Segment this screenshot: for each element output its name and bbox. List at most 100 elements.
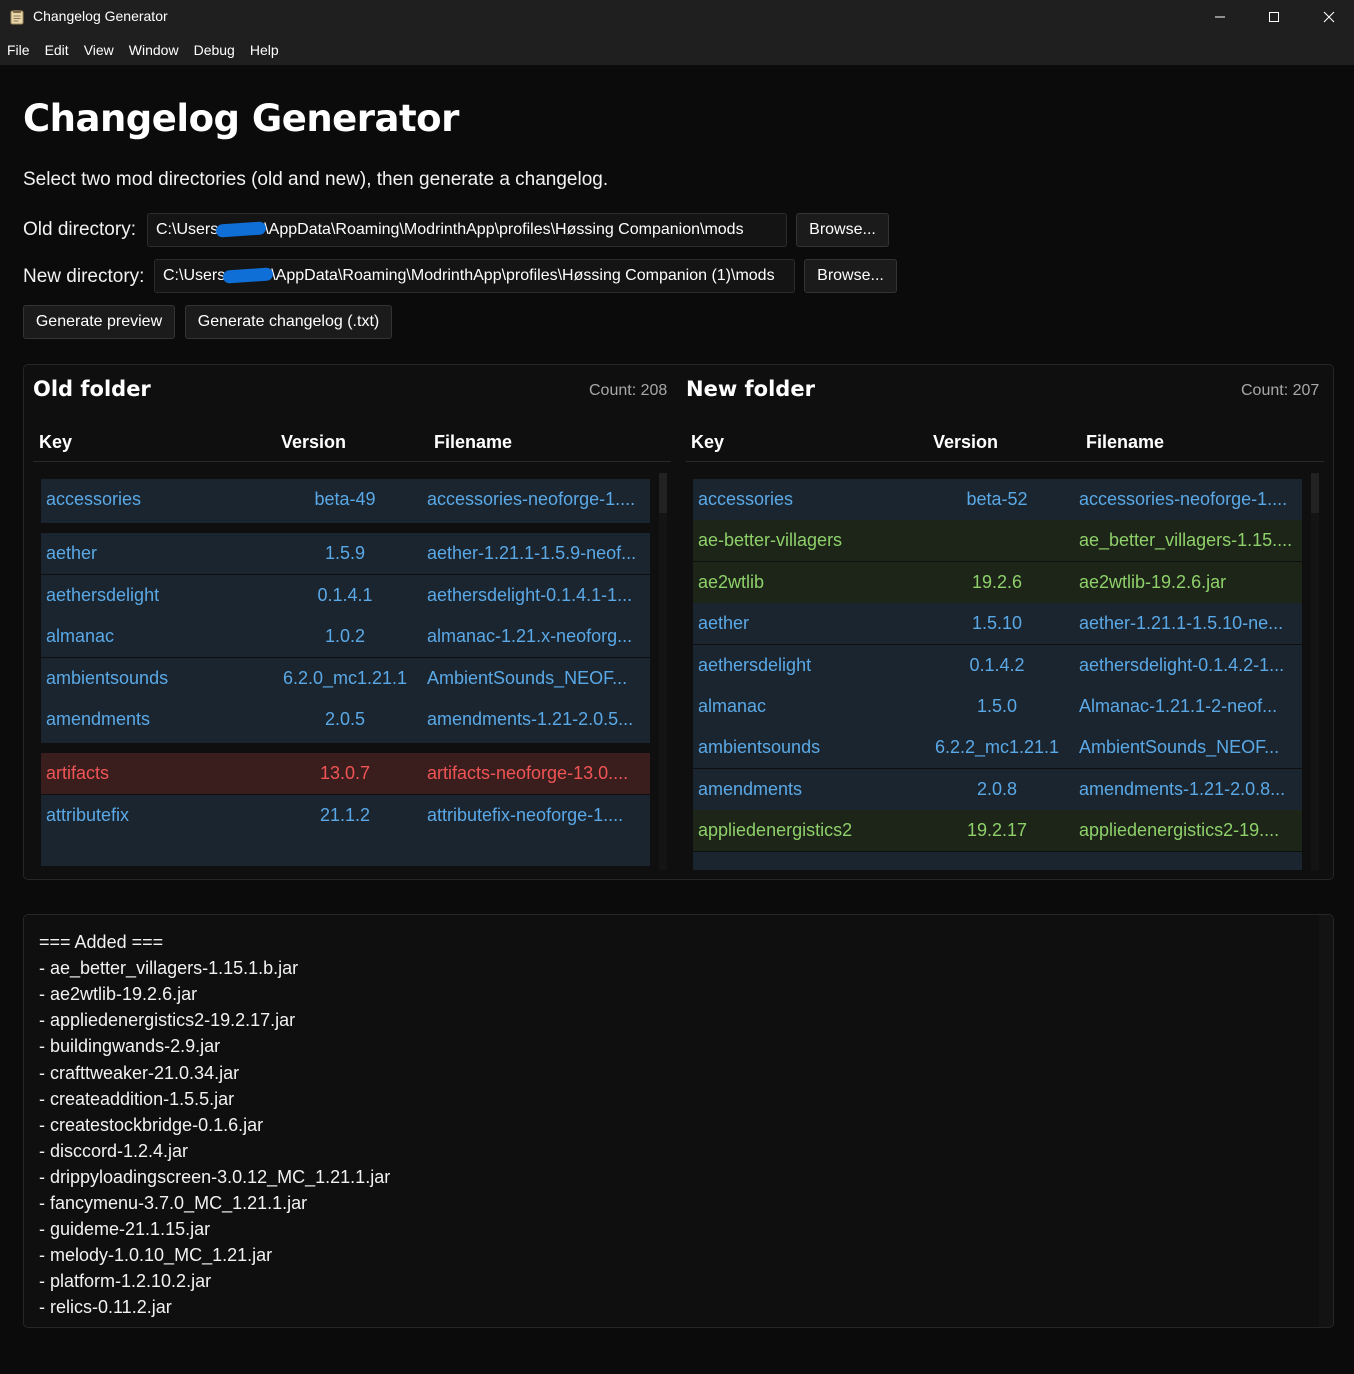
list-row-partial [41, 836, 650, 867]
changelog-line: - drippyloadingscreen-3.0.12_MC_1.21.1.j… [39, 1166, 391, 1187]
changelog-line: - appliedenergistics2-19.2.17.jar [39, 1010, 296, 1031]
changelog-textbox[interactable]: === Added === - ae_better_villagers-1.15.… [23, 914, 1334, 1328]
list-row[interactable]: aethersdelight 0.1.4.2 aethersdelight-0.1.… [693, 644, 1302, 686]
list-row[interactable]: appliedenergistics2 19.2.17 appliedenergis… [693, 810, 1302, 852]
changelog-line: - ae_better_villagers-1.15.1.b.jar [39, 958, 299, 979]
redaction-mark [222, 267, 274, 284]
list-row-partial [693, 851, 1302, 870]
row-filename: aethersdelight-0.1.4.2-1... [1079, 654, 1285, 675]
new-browse-button[interactable]: Browse... [804, 259, 897, 293]
row-filename: AmbientSounds_NEOF... [1079, 737, 1280, 758]
redaction-mark [215, 221, 267, 238]
row-filename: AmbientSounds_NEOF... [427, 667, 628, 688]
new-header-version[interactable]: Version [933, 432, 998, 453]
list-row[interactable]: almanac 1.5.0 Almanac-1.21.1-2-neof... [693, 686, 1302, 727]
row-key: almanac [46, 626, 115, 647]
list-row[interactable]: ambientsounds 6.2.0_mc1.21.1 AmbientSounds… [41, 657, 650, 699]
minimize-button[interactable] [1193, 0, 1247, 34]
menu-view[interactable]: View [84, 42, 114, 58]
row-key: appliedenergistics2 [698, 820, 853, 841]
row-version: 13.0.7 [319, 763, 371, 784]
row-version: 1.5.9 [324, 543, 366, 564]
row-version: beta-52 [966, 489, 1028, 509]
new-directory-input[interactable]: C:\Users \AppData\Roaming\ModrinthApp\pro… [154, 259, 795, 293]
row-filename: accessories-neoforge-1.... [427, 489, 636, 509]
row-version: 1.5.10 [971, 613, 1023, 634]
row-filename: attributefix-neoforge-1.... [427, 804, 624, 825]
list-row[interactable]: aether 1.5.10 aether-1.21.1-1.5.10-ne... [693, 603, 1302, 645]
new-folder-count: Count: 207 [1241, 382, 1320, 399]
old-header-key[interactable]: Key [39, 432, 72, 453]
row-key: almanac [698, 696, 767, 716]
row-key: aethersdelight [698, 654, 812, 675]
old-header-version[interactable]: Version [281, 432, 346, 453]
new-header-divider [686, 461, 1324, 462]
row-key: ambientsounds [46, 667, 169, 688]
row-filename: appliedenergistics2-19.... [1079, 820, 1280, 841]
generate-changelog-button[interactable]: Generate changelog (.txt) [185, 305, 392, 339]
list-row[interactable]: ae-better-villagers ae_better_villagers-1… [693, 520, 1302, 562]
menu-edit[interactable]: Edit [45, 42, 69, 58]
new-folder-list[interactable]: accessories beta-52 accessories-neoforge-1… [693, 473, 1302, 870]
changelog-scrollbar[interactable] [1319, 915, 1333, 1327]
old-list-scrollbar[interactable] [659, 473, 667, 870]
new-directory-path-end: \AppData\Roaming\ModrinthApp\profiles\Hø… [271, 267, 775, 284]
row-filename: Almanac-1.21.1-2-neof... [1079, 696, 1278, 716]
row-key: ae-better-villagers [698, 530, 843, 551]
row-filename: artifacts-neoforge-13.0.... [427, 763, 629, 784]
old-folder-list[interactable]: accessories beta-49 accessories-neoforge-1… [41, 473, 650, 870]
list-row[interactable]: ae2wtlib 19.2.6 ae2wtlib-19.2.6.jar [693, 561, 1302, 603]
row-filename: almanac-1.21.x-neoforg... [427, 626, 633, 647]
list-row[interactable]: accessories beta-49 accessories-neoforge-1… [41, 479, 650, 520]
list-row[interactable]: attributefix 21.1.2 attributefix-neoforge-… [41, 794, 650, 836]
new-scroll-thumb[interactable] [1311, 473, 1319, 513]
row-filename: aether-1.21.1-1.5.10-ne... [1079, 613, 1284, 634]
generate-preview-button[interactable]: Generate preview [23, 305, 175, 339]
new-header-key[interactable]: Key [691, 432, 724, 453]
row-key: amendments [46, 709, 151, 729]
changelog-line: - guideme-21.1.15.jar [39, 1219, 211, 1240]
new-header-filename[interactable]: Filename [1086, 432, 1164, 453]
row-version: 6.2.0_mc1.21.1 [282, 667, 408, 688]
menu-window[interactable]: Window [129, 42, 179, 58]
menu-help[interactable]: Help [250, 42, 279, 58]
new-folder-title: New folder [686, 377, 815, 401]
old-folder-title: Old folder [33, 377, 151, 401]
list-row[interactable]: amendments 2.0.8 amendments-1.21-2.0.8... [693, 768, 1302, 810]
new-list-scrollbar[interactable] [1311, 473, 1319, 870]
row-version: 1.0.2 [324, 626, 366, 647]
menu-file[interactable]: File [7, 42, 30, 58]
menu-bar: File Edit View Window Debug Help [0, 34, 1354, 65]
old-browse-button[interactable]: Browse... [796, 213, 889, 247]
changelog-line: - createstockbridge-0.1.6.jar [39, 1114, 264, 1135]
menu-debug[interactable]: Debug [194, 42, 235, 58]
row-filename: aether-1.21.1-1.5.9-neof... [427, 543, 637, 564]
row-key: attributefix [46, 804, 130, 825]
changelog-line: - melody-1.0.10_MC_1.21.jar [39, 1245, 273, 1266]
list-row[interactable]: accessories beta-52 accessories-neoforge-1… [693, 479, 1302, 520]
old-scroll-thumb[interactable] [659, 473, 667, 513]
old-directory-input[interactable]: C:\Users \AppData\Roaming\ModrinthApp\pro… [147, 213, 787, 247]
list-row[interactable]: aethersdelight 0.1.4.1 aethersdelight-0.1.… [41, 574, 650, 616]
row-version: 2.0.8 [976, 778, 1018, 799]
page-title: Changelog Generator [23, 97, 459, 140]
list-row[interactable]: almanac 1.0.2 almanac-1.21.x-neoforg... [41, 616, 650, 658]
changelog-line: - fancymenu-3.7.0_MC_1.21.1.jar [39, 1193, 308, 1213]
row-filename: amendments-1.21-2.0.5... [427, 709, 634, 729]
row-key: artifacts [46, 763, 110, 784]
maximize-button[interactable] [1247, 0, 1301, 34]
list-row[interactable]: artifacts 13.0.7 artifacts-neoforge-13.0..… [41, 753, 650, 795]
changelog-line: - relics-0.11.2.jar [39, 1297, 172, 1318]
changelog-line: - ae2wtlib-19.2.6.jar [39, 984, 198, 1005]
list-row[interactable]: amendments 2.0.5 amendments-1.21-2.0.5... [41, 699, 650, 740]
row-key: aethersdelight [46, 584, 160, 605]
close-button[interactable] [1302, 0, 1354, 34]
list-spacer [41, 740, 650, 744]
row-key: accessories [46, 489, 142, 509]
old-header-filename[interactable]: Filename [434, 432, 512, 453]
row-version: beta-49 [314, 489, 376, 509]
title-bar: Changelog Generator [0, 0, 1354, 34]
list-row[interactable]: aether 1.5.9 aether-1.21.1-1.5.9-neof... [41, 533, 650, 575]
old-folder-count: Count: 208 [589, 382, 668, 399]
list-row[interactable]: ambientsounds 6.2.2_mc1.21.1 AmbientSounds… [693, 727, 1302, 769]
